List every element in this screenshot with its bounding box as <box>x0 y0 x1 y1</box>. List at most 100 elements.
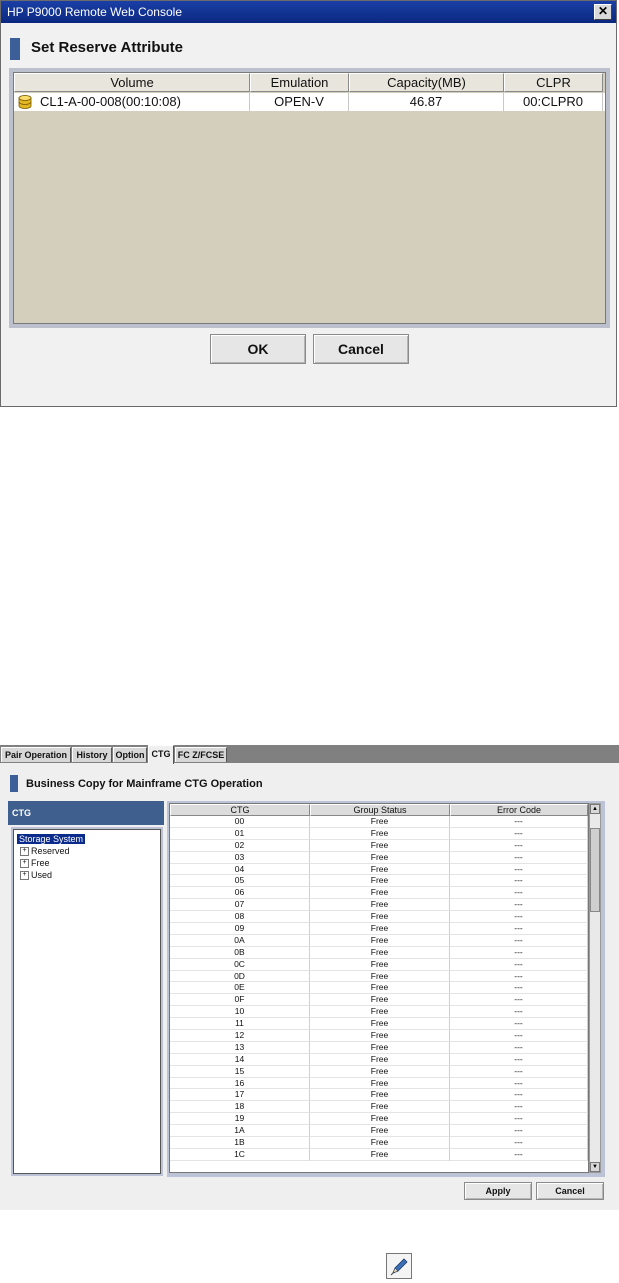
table-row[interactable]: 0B Free --- <box>170 946 588 959</box>
cancel-button[interactable]: Cancel <box>313 334 409 364</box>
tab-bar: Pair Operation History Option CTG FC Z/F… <box>0 745 619 764</box>
table-row[interactable]: 0D Free --- <box>170 970 588 983</box>
tab-ctg[interactable]: CTG <box>148 745 174 764</box>
cell-clpr: 00:CLPR0 <box>504 93 603 111</box>
tab-fc-zfcse[interactable]: FC Z/FCSE <box>175 747 227 762</box>
table-row[interactable]: 15 Free --- <box>170 1065 588 1078</box>
table-row[interactable]: 09 Free --- <box>170 923 588 935</box>
table-row[interactable]: 07 Free --- <box>170 899 588 912</box>
volume-value: CL1-A-00-008(00:10:08) <box>40 94 181 109</box>
table-row[interactable]: 13 Free --- <box>170 1041 588 1054</box>
scroll-thumb[interactable] <box>590 828 600 912</box>
cell-ctg: 0F <box>170 994 310 1007</box>
cell-ctg: 11 <box>170 1018 310 1031</box>
cell-error-code: --- <box>450 827 588 840</box>
pen-icon[interactable] <box>386 1253 412 1279</box>
title-bar[interactable]: HP P9000 Remote Web Console ✕ <box>1 1 616 23</box>
table-row[interactable]: 19 Free --- <box>170 1113 588 1126</box>
column-header-volume[interactable]: Volume <box>14 73 250 92</box>
table-row[interactable]: 1B Free --- <box>170 1137 588 1149</box>
table-row[interactable]: CL1-A-00-008(00:10:08) OPEN-V 46.87 00:C… <box>14 93 605 111</box>
cell-group-status: Free <box>310 923 450 935</box>
cell-group-status: Free <box>310 1018 450 1031</box>
ok-button[interactable]: OK <box>210 334 306 364</box>
ctg-grid: CTG Group Status Error Code 00 Free --- 01 F… <box>169 803 589 1173</box>
cell-group-status: Free <box>310 1065 450 1078</box>
cell-ctg: 00 <box>170 816 310 828</box>
tab-pair-operation[interactable]: Pair Operation <box>1 747 71 762</box>
cell-group-status: Free <box>310 1030 450 1042</box>
cell-emulation: OPEN-V <box>250 93 349 111</box>
table-row[interactable]: 02 Free --- <box>170 839 588 852</box>
cell-error-code: --- <box>450 863 588 876</box>
table-row[interactable]: 16 Free --- <box>170 1077 588 1090</box>
table-row[interactable]: 17 Free --- <box>170 1089 588 1102</box>
column-header-error-code[interactable]: Error Code <box>450 804 588 816</box>
cell-error-code: --- <box>450 1113 588 1126</box>
expand-icon[interactable]: + <box>20 871 29 881</box>
cell-error-code: --- <box>450 911 588 924</box>
close-icon[interactable]: ✕ <box>594 4 612 20</box>
cell-ctg: 12 <box>170 1030 310 1042</box>
scroll-up-icon[interactable]: ▲ <box>590 804 600 814</box>
cell-ctg: 1C <box>170 1148 310 1161</box>
table-row[interactable]: 08 Free --- <box>170 911 588 924</box>
ctg-tree-header: CTG <box>8 801 164 825</box>
column-header-clpr[interactable]: CLPR <box>504 73 603 92</box>
table-row[interactable]: 0E Free --- <box>170 982 588 995</box>
ctg-grid-frame: CTG Group Status Error Code 00 Free --- 01 F… <box>167 801 605 1177</box>
table-row[interactable]: 05 Free --- <box>170 875 588 888</box>
cancel-button[interactable]: Cancel <box>536 1182 604 1200</box>
ctg-tree-frame: Storage System + Reserved + Free + Used <box>11 827 163 1176</box>
cell-error-code: --- <box>450 982 588 995</box>
table-row[interactable]: 01 Free --- <box>170 827 588 840</box>
table-row[interactable]: 04 Free --- <box>170 863 588 876</box>
cell-group-status: Free <box>310 934 450 947</box>
table-row[interactable]: 00 Free --- <box>170 816 588 828</box>
cell-error-code: --- <box>450 887 588 900</box>
table-row[interactable]: 1C Free --- <box>170 1148 588 1161</box>
table-row[interactable]: 11 Free --- <box>170 1018 588 1031</box>
table-row[interactable]: 0F Free --- <box>170 994 588 1007</box>
window-title: HP P9000 Remote Web Console <box>7 5 182 19</box>
tree-node-free[interactable]: + Free <box>20 858 50 869</box>
scroll-down-icon[interactable]: ▼ <box>590 1162 600 1172</box>
table-row[interactable]: 14 Free --- <box>170 1053 588 1066</box>
table-row[interactable]: 0C Free --- <box>170 958 588 971</box>
cell-group-status: Free <box>310 816 450 828</box>
tree-node-reserved[interactable]: + Reserved <box>20 846 70 857</box>
column-header-capacity[interactable]: Capacity(MB) <box>349 73 504 92</box>
expand-icon[interactable]: + <box>20 859 29 869</box>
cell-group-status: Free <box>310 1125 450 1138</box>
column-header-emulation[interactable]: Emulation <box>250 73 349 92</box>
volume-table-frame: Volume Emulation Capacity(MB) CLPR CL1-A… <box>9 68 610 328</box>
table-row[interactable]: 0A Free --- <box>170 934 588 947</box>
tree-root-storage-system[interactable]: Storage System <box>17 834 86 844</box>
cell-error-code: --- <box>450 1077 588 1090</box>
column-header-group-status[interactable]: Group Status <box>310 804 450 816</box>
cell-group-status: Free <box>310 863 450 876</box>
apply-button[interactable]: Apply <box>464 1182 532 1200</box>
tab-option[interactable]: Option <box>113 747 147 762</box>
cell-ctg: 10 <box>170 1006 310 1019</box>
table-row[interactable]: 18 Free --- <box>170 1101 588 1114</box>
column-header-ctg[interactable]: CTG <box>170 804 310 816</box>
cell-error-code: --- <box>450 839 588 852</box>
table-row[interactable]: 03 Free --- <box>170 851 588 864</box>
cell-ctg: 09 <box>170 923 310 935</box>
table-row[interactable]: 06 Free --- <box>170 887 588 900</box>
table-row[interactable]: 12 Free --- <box>170 1030 588 1042</box>
vertical-scrollbar[interactable]: ▲ ▼ <box>589 803 601 1173</box>
table-row[interactable]: 10 Free --- <box>170 1006 588 1019</box>
ctg-grid-body: 00 Free --- 01 Free --- 02 Free --- 03 Free --- 04 Fr… <box>170 816 588 1161</box>
tree-node-used[interactable]: + Used <box>20 870 52 881</box>
cell-group-status: Free <box>310 1077 450 1090</box>
cell-error-code: --- <box>450 1041 588 1054</box>
table-row[interactable]: 1A Free --- <box>170 1125 588 1138</box>
expand-icon[interactable]: + <box>20 847 29 857</box>
cell-error-code: --- <box>450 1006 588 1019</box>
tab-history[interactable]: History <box>72 747 112 762</box>
ctg-grid-header: CTG Group Status Error Code <box>170 804 588 816</box>
cell-ctg: 0C <box>170 958 310 971</box>
heading-marker <box>10 38 20 60</box>
